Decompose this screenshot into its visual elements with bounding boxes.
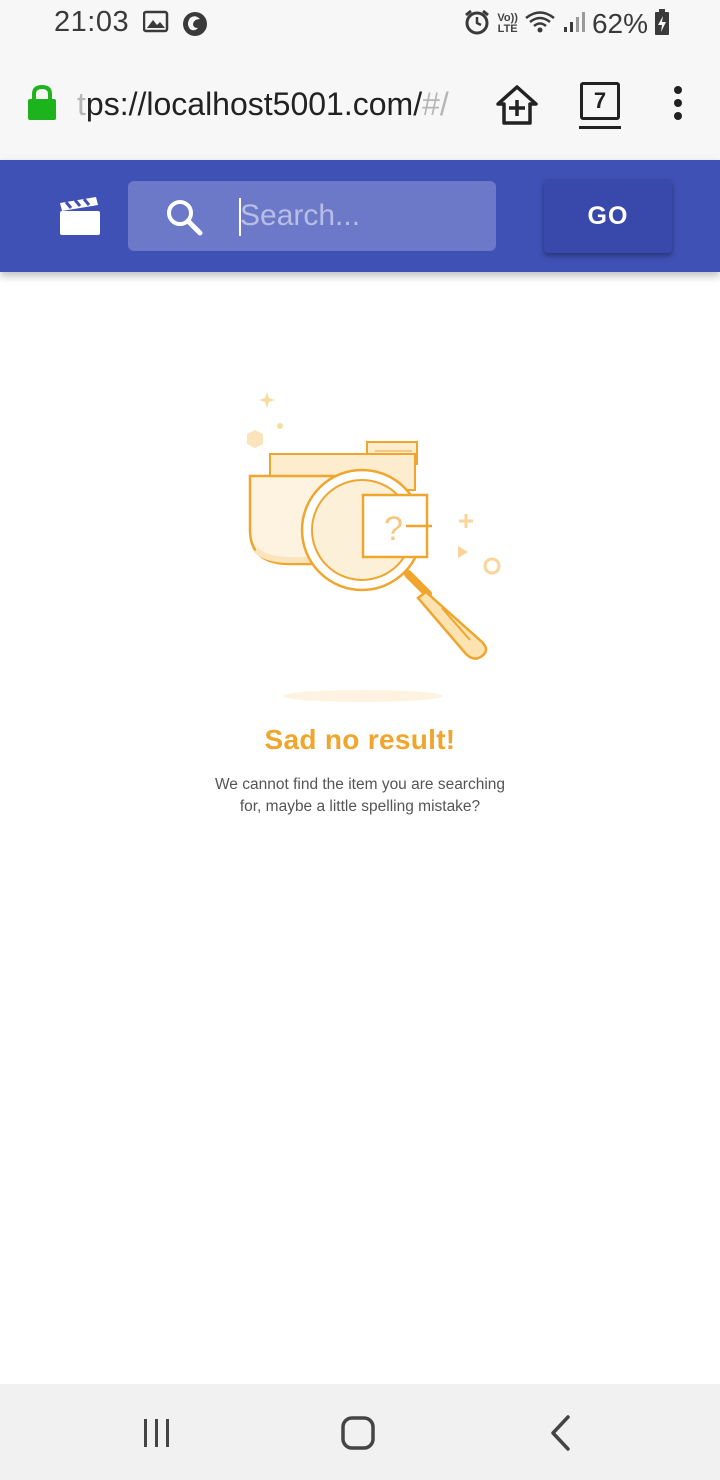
alarm-icon [463,8,491,41]
url-scheme-fragment: t [77,86,86,122]
url-path: #/ [422,86,449,122]
home-plus-icon[interactable] [493,82,541,130]
lock-icon [26,84,58,127]
firefox-icon [181,10,209,38]
empty-state-title: Sad no result! [264,724,456,755]
battery-charging-icon [654,8,670,41]
wifi-icon [524,9,556,40]
search-box[interactable] [128,181,496,251]
tabs-button[interactable]: 7 [580,82,620,120]
home-icon[interactable] [340,1416,376,1450]
empty-state-description: We cannot find the item you are searchin… [180,774,540,818]
recent-apps-icon[interactable] [141,1418,173,1448]
search-icon [164,197,204,237]
tabs-icon [579,126,621,129]
svg-text:?: ? [384,510,403,548]
empty-state-description-line: for, maybe a little spelling mistake? [239,798,481,815]
signal-icon [562,10,586,39]
status-time: 21:03 [54,6,130,38]
go-button[interactable]: GO [544,179,672,253]
clapperboard-icon[interactable] [58,195,102,237]
folder-magnifier-illustration: ? [220,380,520,710]
system-nav-bar [0,1384,720,1480]
empty-state-description-line: We cannot find the item you are searchin… [214,776,506,793]
more-vert-icon[interactable] [664,86,692,126]
volte-icon: Vo)) LTE [497,12,518,35]
status-bar: 21:03 Vo)) LTE 62% [0,0,720,48]
url-bar[interactable]: tps://localhost5001.com/#/ [77,86,475,123]
app-header: GO [0,160,720,272]
battery-percent: 62% [591,8,648,39]
url-host: ps://localhost5001.com/ [85,86,423,122]
search-input[interactable] [240,193,480,239]
back-icon[interactable] [546,1414,574,1452]
browser-toolbar: tps://localhost5001.com/#/ 7 [0,48,720,160]
image-icon [142,10,169,38]
